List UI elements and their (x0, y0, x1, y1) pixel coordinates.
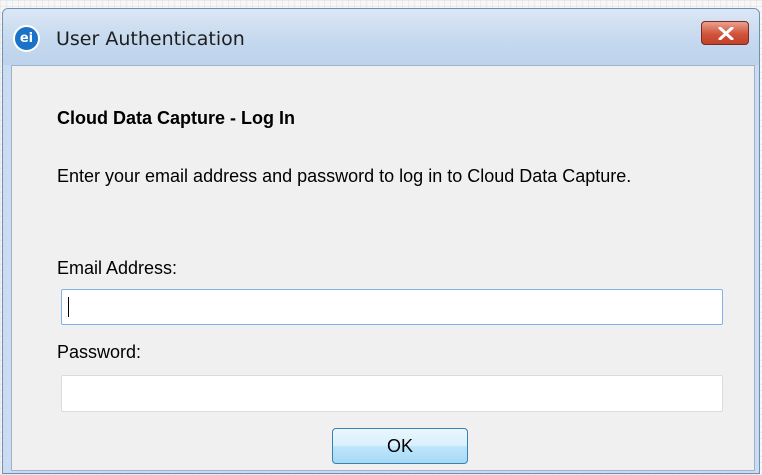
ok-button[interactable]: OK (332, 428, 468, 464)
window-title: User Authentication (56, 28, 245, 50)
close-button[interactable] (701, 21, 749, 45)
dialog-heading: Cloud Data Capture - Log In (57, 108, 295, 128)
close-x-icon (718, 27, 734, 40)
password-label: Password: (57, 342, 142, 362)
title-bar[interactable]: ei User Authentication (3, 9, 759, 65)
email-field[interactable] (61, 289, 723, 325)
app-logo-icon: ei (13, 25, 40, 52)
dialog-description: Enter your email address and password to… (57, 166, 632, 186)
text-caret (68, 297, 69, 317)
authentication-dialog: ei User Authentication Cloud Data Captur… (2, 8, 760, 474)
dialog-body: Cloud Data Capture - Log In Enter your e… (11, 65, 755, 471)
email-label: Email Address: (57, 258, 178, 278)
password-field[interactable] (61, 375, 723, 412)
